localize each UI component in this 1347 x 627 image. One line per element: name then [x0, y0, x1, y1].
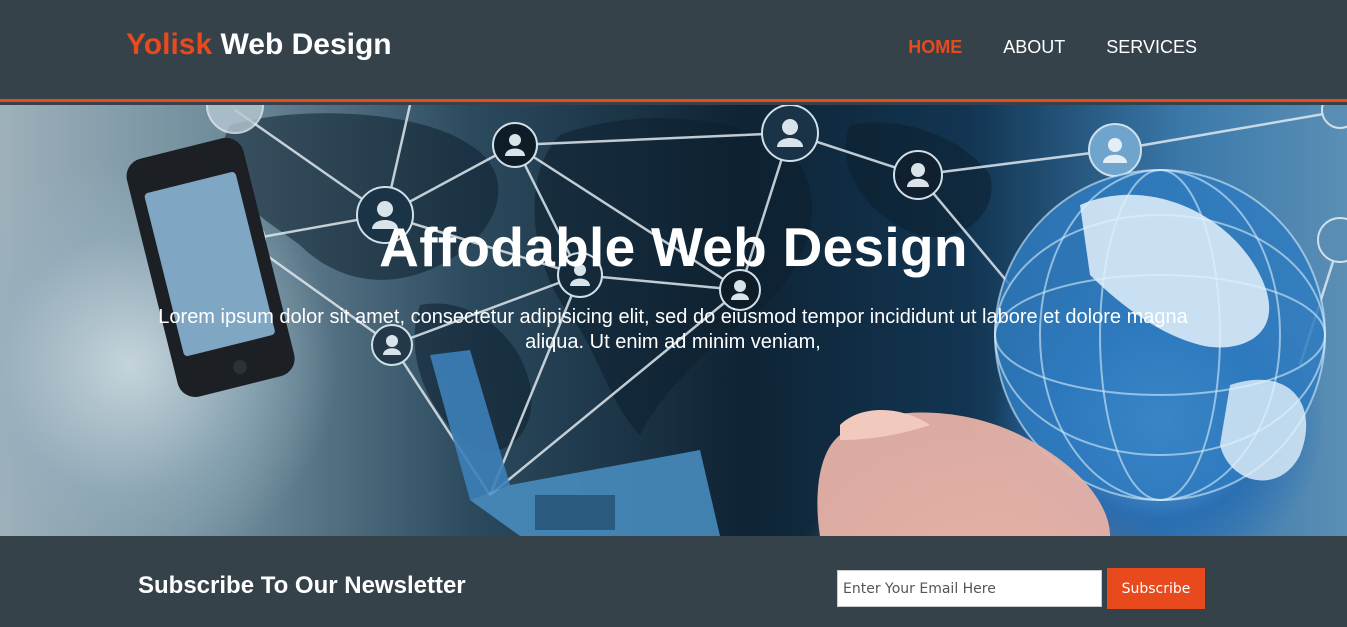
hero-showcase: Affodable Web Design Lorem ipsum dolor s…: [0, 105, 1347, 536]
site-header: Yolisk Web Design HOME ABOUT SERVICES: [0, 0, 1347, 102]
nav-link-home[interactable]: HOME: [908, 37, 962, 58]
nav-link-about[interactable]: ABOUT: [1003, 37, 1065, 58]
hero-title: Affodable Web Design: [379, 216, 968, 278]
hero-description: Lorem ipsum dolor sit amet, consectetur …: [158, 306, 1188, 353]
brand-logo[interactable]: Yolisk Web Design: [126, 28, 392, 62]
newsletter-section: Subscribe To Our Newsletter Subscribe: [0, 536, 1347, 627]
subscribe-button[interactable]: Subscribe: [1107, 568, 1205, 609]
newsletter-heading: Subscribe To Our Newsletter: [138, 572, 466, 599]
nav-link-services[interactable]: SERVICES: [1106, 37, 1197, 58]
brand-name-rest: Web Design: [212, 28, 392, 61]
main-nav: HOME ABOUT SERVICES: [908, 37, 1197, 58]
email-input[interactable]: [837, 570, 1102, 607]
brand-name-accent: Yolisk: [126, 28, 213, 61]
